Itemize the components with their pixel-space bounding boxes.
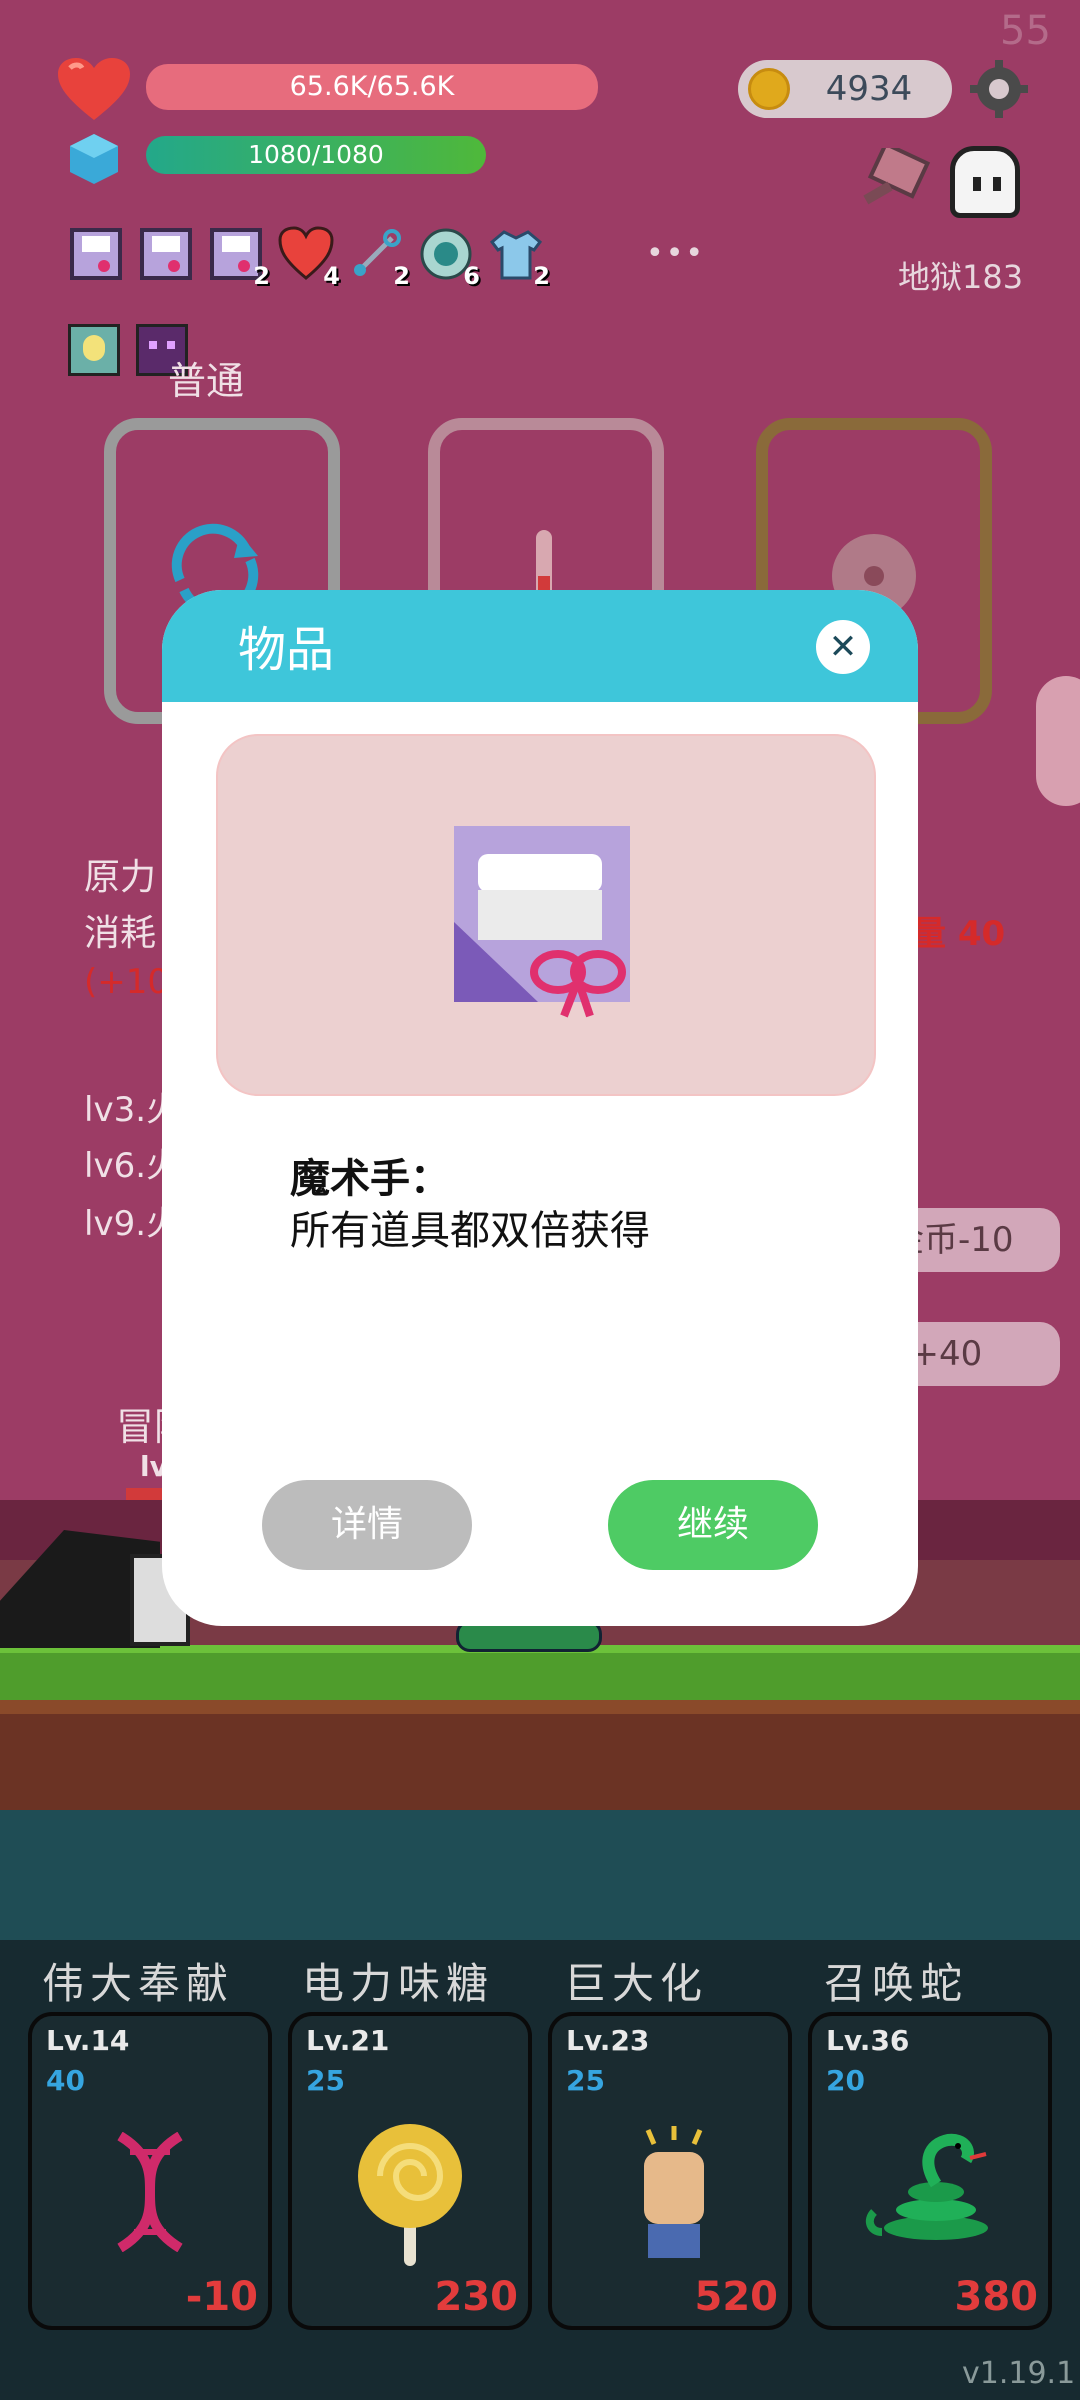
item-description: 所有道具都双倍获得 [290, 1208, 650, 1254]
details-button[interactable]: 详情 [262, 1480, 472, 1570]
skill-title-4: 召唤蛇 [824, 1959, 969, 2008]
snake-icon [865, 2133, 988, 2240]
item-preview-panel [216, 734, 876, 1096]
skill-price: -10 [185, 2274, 258, 2320]
skill-price: 230 [434, 2274, 519, 2320]
skill-card-devotion[interactable]: Lv.14 40 -10 [28, 2012, 272, 2330]
skill-mana-cost: 25 [566, 2064, 605, 2097]
item-dialog: 物品 ✕ 魔术手： 所有道具都双倍获得 详情 继续 [162, 590, 918, 1626]
dna-icon [117, 2132, 183, 2252]
magic-hand-icon [454, 826, 630, 1018]
skill-level: Lv.36 [826, 2024, 910, 2057]
version-label: v1.19.1 [962, 2356, 1076, 2391]
skill-card-gigantify[interactable]: Lv.23 25 520 [548, 2012, 792, 2330]
dialog-header: 物品 ✕ [162, 590, 918, 702]
skill-mana-cost: 25 [306, 2064, 345, 2097]
skill-card-electric-candy[interactable]: Lv.21 25 230 [288, 2012, 532, 2330]
skill-level: Lv.23 [566, 2024, 650, 2057]
item-name: 魔术手： [290, 1156, 450, 1202]
skill-title-1: 伟大奉献 [42, 1959, 235, 2008]
dialog-title: 物品 [238, 622, 335, 678]
skill-title-2: 电力味糖 [302, 1959, 495, 2008]
skill-price: 380 [954, 2274, 1039, 2320]
skill-price: 520 [694, 2274, 779, 2320]
continue-button[interactable]: 继续 [608, 1480, 818, 1570]
skill-mana-cost: 40 [46, 2064, 85, 2097]
skill-level: Lv.14 [46, 2024, 130, 2057]
fist-icon [644, 2126, 704, 2258]
skill-level: Lv.21 [306, 2024, 390, 2057]
skill-title-3: 巨大化 [564, 1959, 709, 2008]
lollipop-icon [358, 2124, 462, 2266]
close-icon[interactable]: ✕ [816, 620, 870, 674]
skill-mana-cost: 20 [826, 2064, 865, 2097]
skill-card-summon-snake[interactable]: Lv.36 20 380 [808, 2012, 1052, 2330]
